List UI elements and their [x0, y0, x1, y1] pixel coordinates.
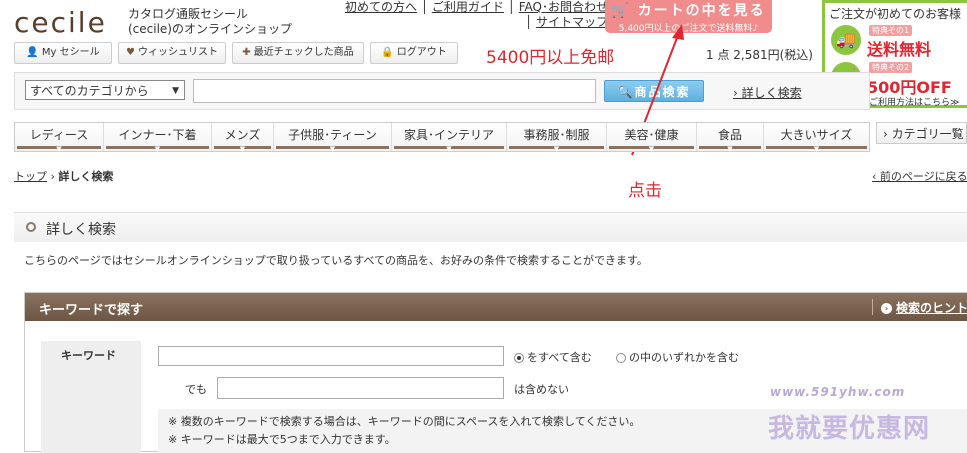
category-list-button[interactable]: › カテゴリ一覧: [876, 122, 967, 144]
breadcrumb-home[interactable]: トップ: [14, 170, 47, 183]
radio-all-label: をすべて含む: [527, 351, 592, 364]
link-faq[interactable]: FAQ･お問合わせ: [519, 0, 608, 14]
plus-icon: ✚: [242, 47, 251, 58]
chevron-down-icon: ▼: [553, 145, 560, 153]
chevron-down-icon: ▼: [446, 145, 452, 153]
header-links: 初めての方へ │ ご利用ガイド │ FAQ･お問合わせ │ サイトマップ: [345, 0, 609, 29]
link-sitemap[interactable]: サイトマップ: [536, 15, 608, 29]
chevron-down-icon: ▼: [239, 145, 246, 153]
tagline-line-2: (cecile)のオンラインショップ: [128, 22, 292, 36]
chevron-down-icon: ▼: [56, 145, 62, 153]
nav-large-sizes-label: 大きいサイズ: [780, 128, 853, 142]
chevron-down-icon: ▼: [648, 145, 655, 153]
nav-furniture[interactable]: 家具･インテリア ▼: [392, 123, 507, 153]
nav-kids-label: 子供服･ティーン: [288, 128, 377, 142]
my-cecile-label: My セシール: [41, 47, 100, 58]
category-select-value: すべてのカテゴリから: [30, 84, 149, 98]
cart-icon: 🛒: [611, 3, 631, 19]
link-first-time[interactable]: 初めての方へ: [345, 0, 417, 14]
divider: [872, 299, 873, 315]
keyword-panel-header: キーワードで探す › 検索のヒント: [25, 293, 967, 321]
nav-inner[interactable]: インナー･下着 ▼: [104, 123, 212, 153]
promo-offer-1: 送料無料: [867, 40, 932, 59]
nav-ladies-label: レディース: [29, 128, 89, 142]
nav-large-sizes[interactable]: 大きいサイズ ▼: [764, 123, 869, 153]
nav-inner-label: インナー･下着: [118, 128, 197, 142]
lock-icon: 🔒: [381, 47, 394, 58]
chevron-right-icon: ›: [883, 127, 892, 141]
tagline-line-1: カタログ通販セシール: [128, 7, 249, 21]
nav-office-wear-label: 事務服･制服: [523, 128, 590, 142]
chevron-down-icon: ▼: [329, 145, 336, 153]
chevron-down-icon: ▼: [813, 145, 820, 153]
my-cecile-button[interactable]: 👤 My セシール: [14, 42, 112, 64]
promo-badge-2: 特典その2: [869, 62, 913, 73]
radio-any-button[interactable]: [616, 353, 626, 363]
link-guide[interactable]: ご利用ガイド: [432, 0, 504, 14]
nav-mens-label: メンズ: [224, 128, 261, 142]
logout-label: ログアウト: [396, 47, 447, 58]
cart-button-label: カートの中を見る: [637, 3, 766, 19]
search-hint-link[interactable]: › 検索のヒント: [881, 299, 967, 316]
detailed-search-link[interactable]: › 詳しく検索: [733, 84, 802, 101]
keyword-panel-title: キーワードで探す: [39, 303, 144, 318]
promo-footer-link[interactable]: ご利用方法はこちら≫: [869, 95, 959, 108]
promo-title: ご注文が初めてのお客様: [829, 7, 962, 21]
but-label: でも: [185, 383, 207, 396]
search-input[interactable]: [193, 79, 596, 103]
truck-icon: 🚚: [831, 25, 861, 55]
recently-viewed-button[interactable]: ✚ 最近チェックした商品: [232, 42, 364, 64]
nav-food-label: 食品: [717, 128, 742, 142]
heart-icon: ♥: [126, 47, 135, 58]
chevron-down-icon: ▼: [154, 145, 161, 153]
nav-ladies[interactable]: レディース ▼: [15, 123, 104, 153]
search-bar: すべてのカテゴリから ▼ 🔍商品検索 › 詳しく検索: [14, 72, 870, 110]
search-hint-label: 検索のヒント: [896, 301, 967, 315]
cecile-logo[interactable]: cecile: [14, 6, 107, 39]
wishlist-label: ウィッシュリスト: [137, 47, 218, 58]
watermark-text: 我就要优惠网: [768, 414, 931, 444]
detailed-search-label: 詳しく検索: [741, 86, 802, 100]
keyword-label-cell: キーワード: [41, 341, 141, 453]
cart-summary: 1 点 2,581円(税込): [706, 48, 813, 62]
circle-bullet-icon: [26, 222, 36, 232]
breadcrumb-current: 詳しく検索: [58, 170, 114, 183]
chevron-down-icon: ▼: [727, 145, 733, 153]
section-title-bar: 詳しく検索: [14, 212, 967, 242]
nav-mens[interactable]: メンズ ▼: [212, 123, 274, 153]
nav-beauty[interactable]: 美容･健康 ▼: [607, 123, 697, 153]
person-icon: 👤: [26, 47, 39, 58]
section-description: こちらのページではセシールオンラインショップで取り扱っているすべての商品を、お好…: [24, 254, 648, 267]
logout-button[interactable]: 🔒 ログアウト: [370, 42, 458, 64]
promo-badge-1: 特典その1: [869, 25, 913, 36]
nav-furniture-label: 家具･インテリア: [403, 128, 494, 142]
nav-kids[interactable]: 子供服･ティーン ▼: [274, 123, 392, 153]
site-tagline: カタログ通販セシール (cecile)のオンラインショップ: [128, 7, 292, 37]
nav-food[interactable]: 食品 ▼: [697, 123, 764, 153]
page-title: 詳しく検索: [46, 222, 116, 238]
keyword-include-input[interactable]: [158, 346, 504, 366]
chevron-right-icon: ›: [881, 303, 892, 314]
keyword-label: キーワード: [61, 349, 116, 362]
radio-all-button[interactable]: [514, 353, 524, 363]
annotation-free-shipping: 5400円以上免邮: [486, 48, 615, 68]
recently-viewed-label: 最近チェックした商品: [253, 47, 354, 58]
category-list-label: カテゴリ一覧: [891, 127, 964, 141]
watermark-url: www.591yhw.com: [770, 385, 906, 399]
radio-any-label: の中のいずれかを含む: [629, 351, 739, 364]
radio-any[interactable]: の中のいずれかを含む: [616, 349, 739, 365]
annotation-click: 点击: [628, 181, 662, 201]
category-nav: レディース ▼ インナー･下着 ▼ メンズ ▼ 子供服･ティーン ▼ 家具･インテリア ▼…: [14, 122, 870, 153]
back-link-label: 前のページに戻る: [879, 170, 967, 183]
radio-all[interactable]: をすべて含む: [514, 349, 592, 365]
exclude-label: は含めない: [514, 383, 569, 396]
breadcrumb: トップ › 詳しく検索: [14, 168, 113, 184]
keyword-exclude-input[interactable]: [217, 377, 504, 399]
nav-office-wear[interactable]: 事務服･制服 ▼: [507, 123, 607, 153]
nav-beauty-label: 美容･健康: [624, 128, 679, 142]
back-link[interactable]: ‹ 前のページに戻る: [872, 168, 967, 184]
dropdown-arrow-icon: ▼: [172, 86, 179, 96]
wishlist-button[interactable]: ♥ ウィッシュリスト: [118, 42, 226, 64]
category-select[interactable]: すべてのカテゴリから ▼: [25, 80, 185, 100]
